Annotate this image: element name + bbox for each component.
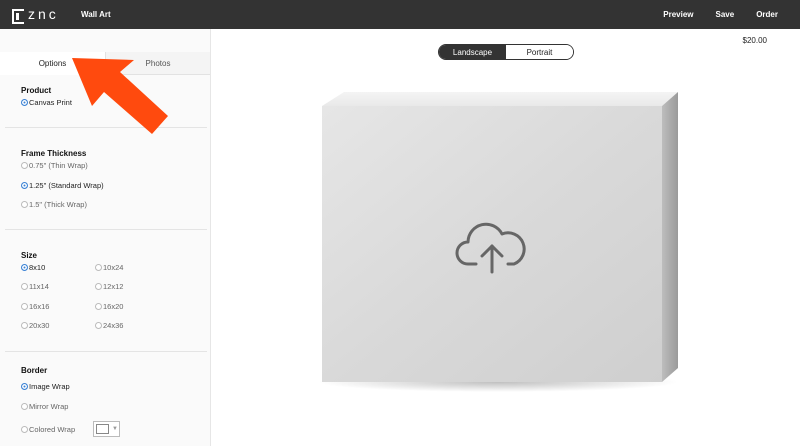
option-size-11x14[interactable]: 11x14 — [21, 282, 49, 291]
radio-icon[interactable] — [95, 322, 102, 329]
frame-thickness-section: Frame Thickness — [21, 149, 86, 158]
radio-icon[interactable] — [21, 182, 28, 189]
option-label: 24x36 — [103, 321, 124, 330]
border-section: Border — [21, 366, 47, 375]
radio-icon[interactable] — [21, 426, 28, 433]
option-size-24x36[interactable]: 24x36 — [95, 321, 123, 330]
option-image-wrap[interactable]: Image Wrap — [21, 382, 70, 391]
save-button[interactable]: Save — [716, 10, 735, 19]
option-label: 11x14 — [29, 282, 49, 291]
radio-icon[interactable] — [95, 303, 102, 310]
header-nav: Preview Save Order — [663, 10, 778, 19]
radio-icon[interactable] — [95, 264, 102, 271]
portrait-button[interactable]: Portrait — [506, 45, 573, 59]
option-canvas-print[interactable]: Canvas Print — [21, 98, 72, 107]
annotation-arrow-icon — [72, 58, 168, 134]
option-label: 8x10 — [29, 263, 46, 272]
option-label: Mirror Wrap — [29, 402, 69, 411]
option-thin-wrap[interactable]: 0.75" (Thin Wrap) — [21, 161, 88, 170]
logo-mark-icon — [12, 8, 24, 24]
size-section: Size — [21, 251, 37, 260]
option-size-16x16[interactable]: 16x16 — [21, 302, 49, 311]
option-thick-wrap[interactable]: 1.5" (Thick Wrap) — [21, 200, 87, 209]
radio-icon[interactable] — [95, 283, 102, 290]
radio-icon[interactable] — [21, 283, 28, 290]
option-label: 1.25" (Standard Wrap) — [29, 181, 104, 190]
canvas-side-edge — [662, 92, 678, 382]
option-label: Image Wrap — [29, 382, 70, 391]
option-label: 16x16 — [29, 302, 50, 311]
preview-button[interactable]: Preview — [663, 10, 693, 19]
radio-icon[interactable] — [21, 201, 28, 208]
radio-icon[interactable] — [21, 383, 28, 390]
radio-icon[interactable] — [21, 322, 28, 329]
option-label: Colored Wrap — [29, 425, 76, 434]
option-standard-wrap[interactable]: 1.25" (Standard Wrap) — [21, 181, 104, 190]
option-size-20x30[interactable]: 20x30 — [21, 321, 49, 330]
app-title: Wall Art — [81, 10, 111, 19]
radio-icon[interactable] — [21, 99, 28, 106]
canvas-preview[interactable] — [300, 88, 700, 398]
order-button[interactable]: Order — [756, 10, 778, 19]
landscape-button[interactable]: Landscape — [439, 45, 506, 59]
radio-icon[interactable] — [21, 403, 28, 410]
orientation-toggle: Landscape Portrait — [438, 44, 574, 60]
color-swatch — [96, 424, 109, 434]
product-section: Product — [21, 86, 51, 95]
price: $20.00 — [742, 36, 767, 45]
divider — [5, 351, 207, 352]
option-label: 16x20 — [103, 302, 124, 311]
divider — [5, 229, 207, 230]
option-label: 10x24 — [103, 263, 124, 272]
size-title: Size — [21, 251, 38, 260]
option-label: 0.75" (Thin Wrap) — [29, 161, 88, 170]
radio-icon[interactable] — [21, 303, 28, 310]
option-colored-wrap[interactable]: Colored Wrap — [21, 425, 75, 434]
canvas-front — [322, 106, 662, 382]
border-title: Border — [21, 366, 48, 375]
chevron-down-icon: ▼ — [112, 426, 118, 432]
frame-thickness-title: Frame Thickness — [21, 149, 87, 158]
option-label: Canvas Print — [29, 98, 72, 107]
wrap-color-picker[interactable]: ▼ — [93, 421, 120, 437]
option-label: 1.5" (Thick Wrap) — [29, 200, 87, 209]
option-size-8x10[interactable]: 8x10 — [21, 263, 45, 272]
top-bar: znc Wall Art Preview Save Order — [0, 0, 800, 29]
option-label: 20x30 — [29, 321, 50, 330]
znc-logo[interactable]: znc — [12, 6, 59, 24]
option-mirror-wrap[interactable]: Mirror Wrap — [21, 402, 68, 411]
option-size-12x12[interactable]: 12x12 — [95, 282, 123, 291]
option-size-10x24[interactable]: 10x24 — [95, 263, 123, 272]
option-size-16x20[interactable]: 16x20 — [95, 302, 123, 311]
logo-text: znc — [28, 6, 59, 22]
radio-icon[interactable] — [21, 162, 28, 169]
canvas-top-edge — [322, 92, 678, 106]
radio-icon[interactable] — [21, 264, 28, 271]
option-label: 12x12 — [103, 282, 124, 291]
canvas-mockup — [318, 92, 678, 392]
product-title: Product — [21, 86, 52, 95]
